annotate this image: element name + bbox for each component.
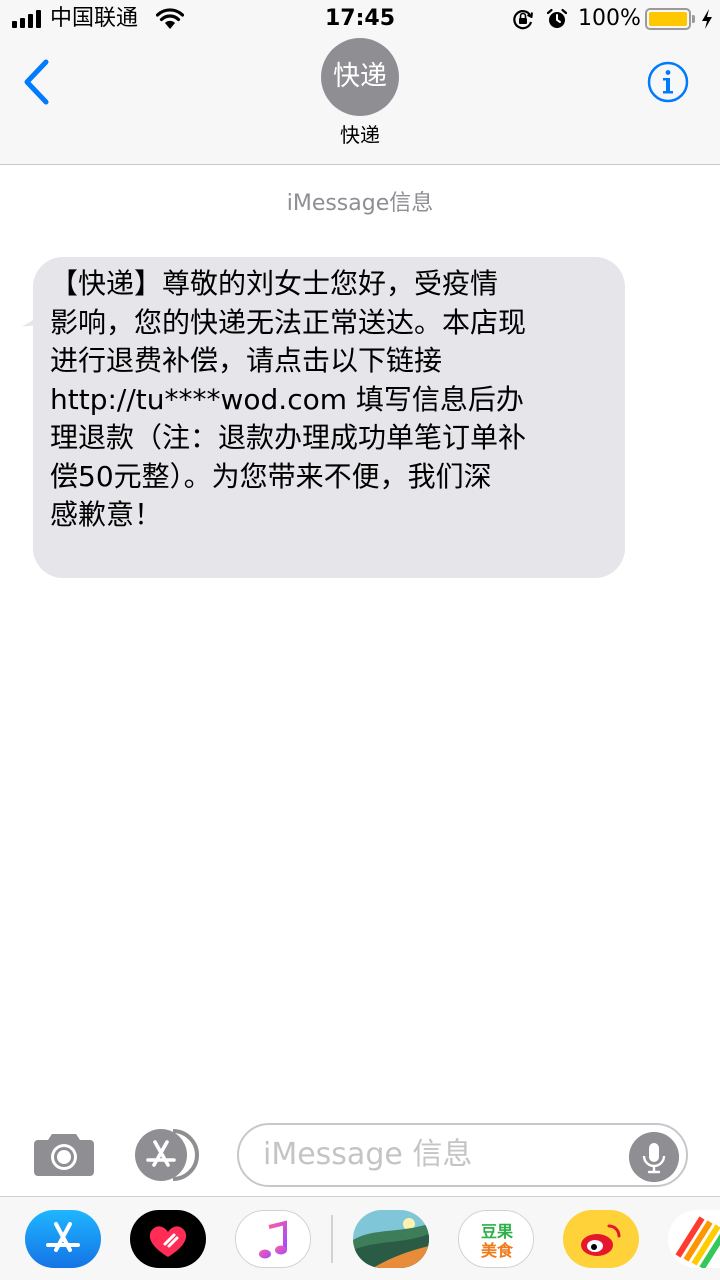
app-drawer: 豆果 美食 bbox=[0, 1196, 720, 1280]
charging-bolt-icon bbox=[702, 9, 712, 29]
weibo-icon[interactable] bbox=[563, 1210, 639, 1268]
svg-text:美食: 美食 bbox=[481, 1241, 514, 1260]
digital-touch-icon[interactable] bbox=[130, 1210, 206, 1268]
music-icon[interactable] bbox=[235, 1210, 311, 1268]
contact-name[interactable]: 快递 bbox=[0, 122, 720, 148]
message-text[interactable]: 【快递】尊敬的刘女士您好，受疫情 影响，您的快递无法正常送达。本店现 进行退费补… bbox=[50, 265, 620, 535]
orientation-lock-icon bbox=[513, 10, 533, 30]
battery-tip bbox=[692, 15, 695, 23]
alarm-clock-icon bbox=[546, 8, 568, 28]
battery-percentage: 100% bbox=[578, 6, 641, 31]
photos-landscape-icon[interactable] bbox=[353, 1210, 429, 1268]
douguo-food-icon[interactable]: 豆果 美食 bbox=[458, 1210, 534, 1268]
message-input-placeholder: iMessage 信息 bbox=[263, 1137, 473, 1172]
battery-icon bbox=[645, 8, 691, 30]
colorful-app-icon[interactable] bbox=[668, 1210, 720, 1268]
status-bar: 中国联通 17:45 100% bbox=[0, 0, 720, 38]
info-icon[interactable] bbox=[647, 61, 689, 103]
app-store-icon[interactable] bbox=[25, 1210, 101, 1268]
microphone-icon[interactable] bbox=[629, 1132, 679, 1182]
camera-icon[interactable] bbox=[32, 1130, 96, 1178]
drawer-divider bbox=[331, 1215, 333, 1263]
back-chevron-icon[interactable] bbox=[20, 58, 52, 106]
app-store-button-icon[interactable] bbox=[133, 1129, 203, 1181]
service-label: iMessage信息 bbox=[286, 191, 434, 216]
message-input[interactable]: iMessage 信息 bbox=[237, 1123, 688, 1187]
svg-text:豆果: 豆果 bbox=[481, 1222, 513, 1241]
contact-avatar[interactable]: 快递 bbox=[321, 38, 399, 116]
